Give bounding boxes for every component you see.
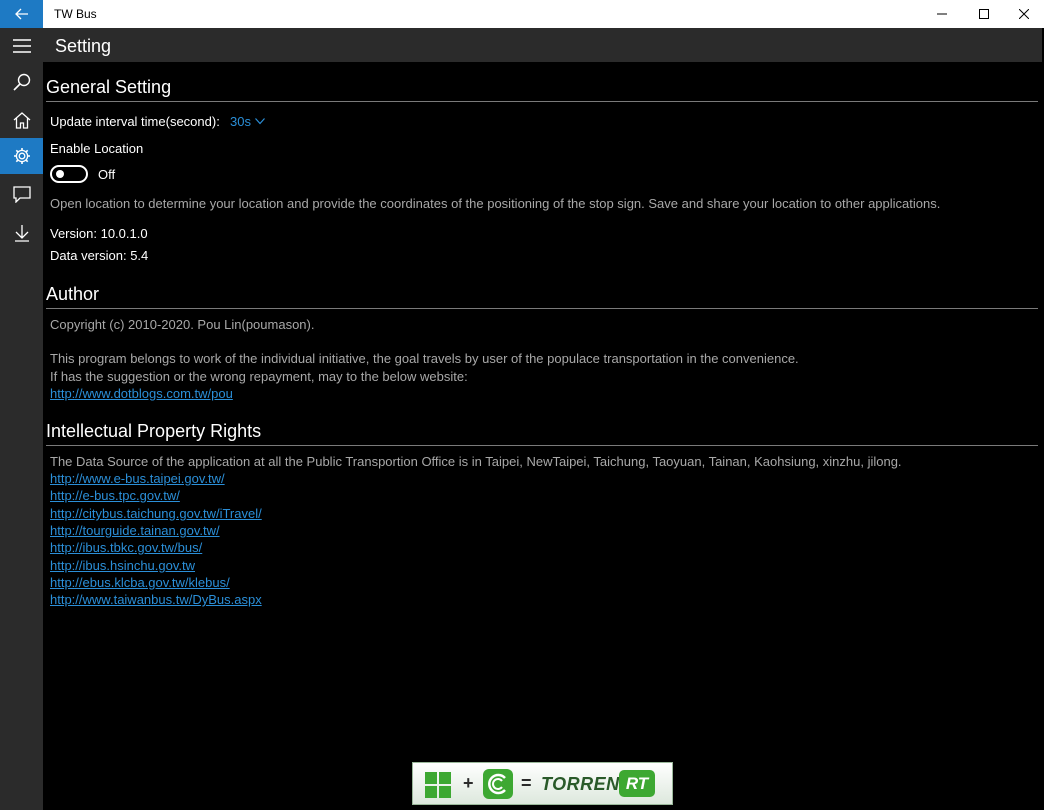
data-source-link[interactable]: http://ibus.tbkc.gov.tw/bus/ xyxy=(50,540,202,555)
download-icon xyxy=(14,225,29,242)
gear-icon xyxy=(13,148,30,164)
nav-item-search[interactable] xyxy=(0,64,43,100)
ad-plus-sign: + xyxy=(463,773,474,793)
torrent-app-icon xyxy=(483,769,513,799)
data-source-link[interactable]: http://www.e-bus.taipei.gov.tw/ xyxy=(50,471,225,486)
version-text: Version: 10.0.1.0 xyxy=(50,226,148,241)
hamburger-menu-button[interactable] xyxy=(0,28,43,64)
general-divider xyxy=(46,101,1038,102)
interval-label: Update interval time(second): xyxy=(50,114,220,129)
minimize-icon xyxy=(937,13,947,15)
app-title: TW Bus xyxy=(54,7,97,21)
close-icon xyxy=(1019,9,1029,19)
page-header: Setting xyxy=(43,28,1042,62)
nav-item-feedback[interactable] xyxy=(0,176,43,212)
toggle-state-label: Off xyxy=(98,167,116,182)
windows-logo-icon xyxy=(425,772,451,798)
maximize-button[interactable] xyxy=(962,0,1006,28)
toggle-knob xyxy=(56,170,64,178)
close-button[interactable] xyxy=(1002,0,1044,28)
hamburger-menu-icon xyxy=(12,39,31,53)
data-source-link[interactable]: http://www.taiwanbus.tw/DyBus.aspx xyxy=(50,592,262,607)
ipr-heading: Intellectual Property Rights xyxy=(46,421,262,441)
data-source-link[interactable]: http://ebus.klcba.gov.tw/klebus/ xyxy=(50,575,230,590)
back-button[interactable] xyxy=(0,0,43,28)
copyright-text: Copyright (c) 2010-2020. Pou Lin(poumaso… xyxy=(50,317,315,332)
navigation-rail xyxy=(0,28,43,810)
location-label: Enable Location xyxy=(50,141,144,156)
nav-item-download[interactable] xyxy=(0,215,43,251)
ad-equals-sign: = xyxy=(521,773,532,793)
search-icon xyxy=(12,73,30,91)
author-website-link[interactable]: http://www.dotblogs.com.tw/pou xyxy=(50,386,233,401)
ad-rt-badge: RT xyxy=(619,770,655,797)
data-version-text: Data version: 5.4 xyxy=(50,248,149,263)
data-source-link[interactable]: http://citybus.taichung.gov.tw/iTravel/ xyxy=(50,506,262,521)
author-heading: Author xyxy=(46,284,100,304)
page-title: Setting xyxy=(55,36,112,56)
author-description-line2: If has the suggestion or the wrong repay… xyxy=(50,369,468,384)
ipr-description: The Data Source of the application at al… xyxy=(50,454,902,469)
data-source-link[interactable]: http://ibus.hsinchu.gov.tw xyxy=(50,558,195,573)
ipr-divider xyxy=(46,445,1038,446)
maximize-icon xyxy=(979,9,989,19)
chevron-down-icon xyxy=(255,118,265,125)
ad-torrent-word: TORRENT xyxy=(541,774,632,794)
chat-bubble-icon xyxy=(12,185,31,203)
home-icon xyxy=(13,112,30,129)
author-divider xyxy=(46,308,1038,309)
data-source-link[interactable]: http://tourguide.tainan.gov.tw/ xyxy=(50,523,220,538)
location-toggle[interactable] xyxy=(50,165,88,183)
back-arrow-icon xyxy=(14,8,28,20)
title-bar: TW Bus xyxy=(0,0,1044,28)
minimize-button[interactable] xyxy=(920,0,964,28)
nav-item-home[interactable] xyxy=(0,102,43,138)
settings-content: General Setting Update interval time(sec… xyxy=(43,62,1042,810)
interval-dropdown[interactable]: 30s xyxy=(230,114,265,129)
interval-value: 30s xyxy=(230,114,251,129)
general-setting-heading: General Setting xyxy=(46,77,172,97)
torrent-swirl-icon xyxy=(488,773,506,795)
data-source-link[interactable]: http://e-bus.tpc.gov.tw/ xyxy=(50,488,180,503)
ad-banner[interactable]: + = TORRENT RT xyxy=(412,762,673,805)
nav-item-settings[interactable] xyxy=(0,138,43,174)
location-description: Open location to determine your location… xyxy=(50,196,941,211)
author-description-line1: This program belongs to work of the indi… xyxy=(50,351,799,366)
